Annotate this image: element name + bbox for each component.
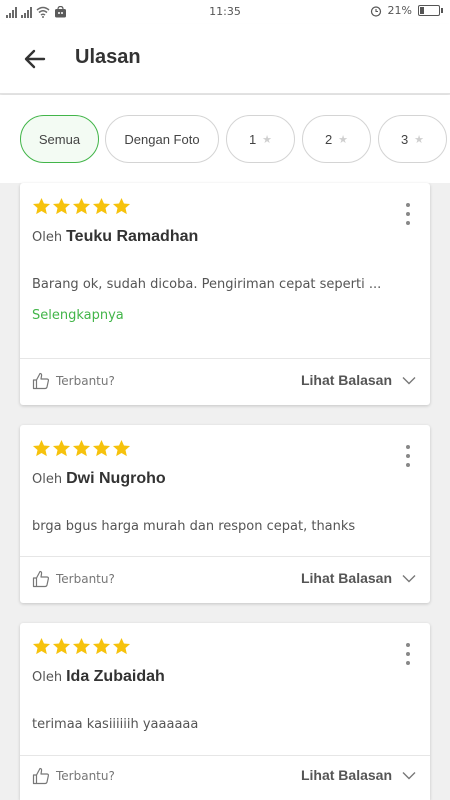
review-text: terimaa kasiiiiiih yaaaaaa bbox=[32, 717, 199, 732]
star-icon bbox=[32, 197, 51, 215]
by-prefix: Oleh bbox=[32, 230, 63, 245]
thumbs-up-icon bbox=[32, 570, 50, 588]
more-options-icon[interactable] bbox=[404, 643, 412, 665]
star-icon bbox=[32, 439, 51, 457]
battery-percent: 21% bbox=[387, 4, 412, 17]
chevron-down-icon bbox=[402, 376, 416, 384]
chevron-down-icon bbox=[402, 574, 416, 582]
helpful-button[interactable]: Terbantu? bbox=[32, 570, 115, 588]
helpful-label: Terbantu? bbox=[56, 374, 115, 388]
page-title: Ulasan bbox=[75, 46, 141, 68]
filter-chip-2-star[interactable]: 2 ★ bbox=[302, 115, 371, 163]
thumbs-up-icon bbox=[32, 372, 50, 390]
view-replies-label: Lihat Balasan bbox=[300, 372, 392, 388]
reviewer-name: Teuku Ramadhan bbox=[66, 228, 199, 245]
chevron-down-icon bbox=[402, 771, 416, 779]
review-text: Barang ok, sudah dicoba. Pengiriman cepa… bbox=[32, 277, 382, 292]
more-options-icon[interactable] bbox=[404, 445, 412, 467]
star-icon bbox=[112, 439, 131, 457]
by-prefix: Oleh bbox=[32, 670, 63, 685]
star-icon bbox=[52, 197, 71, 215]
filter-chip-label: Dengan Foto bbox=[124, 131, 200, 147]
review-byline: Oleh Ida Zubaidah bbox=[32, 668, 165, 686]
review-card: Oleh Dwi Nugroho brga bgus harga murah da… bbox=[20, 425, 430, 603]
app-bar: Ulasan bbox=[0, 24, 450, 94]
view-replies-label: Lihat Balasan bbox=[300, 570, 392, 586]
star-rating bbox=[32, 439, 131, 458]
star-icon bbox=[52, 637, 71, 655]
star-icon bbox=[92, 197, 111, 215]
alarm-icon bbox=[370, 5, 381, 17]
helpful-button[interactable]: Terbantu? bbox=[32, 767, 115, 785]
battery-icon bbox=[418, 5, 443, 16]
star-icon bbox=[92, 439, 111, 457]
review-byline: Oleh Dwi Nugroho bbox=[32, 470, 166, 488]
rating-filter-bar: Semua Dengan Foto 1 ★ 2 ★ 3 ★ bbox=[0, 95, 450, 183]
review-text: brga bgus harga murah dan respon cepat, … bbox=[32, 519, 356, 534]
divider bbox=[20, 358, 430, 359]
filter-chip-with-photo[interactable]: Dengan Foto bbox=[105, 115, 219, 163]
filter-chip-1-star[interactable]: 1 ★ bbox=[226, 115, 295, 163]
filter-chip-label: 2 bbox=[324, 131, 333, 147]
status-icons-right: 21% bbox=[370, 4, 443, 17]
filter-chip-label: 3 bbox=[400, 131, 409, 147]
filter-chip-3-star[interactable]: 3 ★ bbox=[378, 115, 447, 163]
status-bar: 11:35 21% bbox=[0, 0, 450, 24]
divider bbox=[20, 556, 430, 557]
filter-chip-all[interactable]: Semua bbox=[20, 115, 99, 163]
review-card: Oleh Ida Zubaidah terimaa kasiiiiiih yaaa… bbox=[20, 623, 430, 800]
star-icon bbox=[52, 439, 71, 457]
thumbs-up-icon bbox=[32, 767, 50, 785]
star-icon: ★ bbox=[414, 133, 425, 146]
view-replies-button[interactable]: Lihat Balasan bbox=[301, 372, 416, 388]
helpful-label: Terbantu? bbox=[56, 572, 115, 586]
by-prefix: Oleh bbox=[32, 472, 63, 487]
reviewer-name: Ida Zubaidah bbox=[66, 668, 165, 685]
filter-chip-label: 1 bbox=[248, 131, 257, 147]
star-icon bbox=[112, 637, 131, 655]
divider bbox=[20, 755, 430, 756]
filter-chip-label: Semua bbox=[38, 131, 81, 147]
view-replies-button[interactable]: Lihat Balasan bbox=[301, 570, 416, 586]
star-icon: ★ bbox=[338, 133, 349, 146]
star-rating bbox=[32, 197, 131, 216]
helpful-label: Terbantu? bbox=[56, 769, 115, 783]
star-icon bbox=[72, 439, 91, 457]
star-icon bbox=[72, 637, 91, 655]
more-options-icon[interactable] bbox=[404, 203, 412, 225]
view-replies-label: Lihat Balasan bbox=[300, 767, 392, 783]
view-replies-button[interactable]: Lihat Balasan bbox=[301, 767, 416, 783]
star-icon bbox=[72, 197, 91, 215]
reviewer-name: Dwi Nugroho bbox=[66, 470, 166, 487]
review-byline: Oleh Teuku Ramadhan bbox=[32, 228, 198, 246]
star-icon bbox=[112, 197, 131, 215]
arrow-left-icon[interactable] bbox=[22, 46, 48, 72]
review-card: Oleh Teuku Ramadhan Barang ok, sudah dico… bbox=[20, 183, 430, 405]
star-icon: ★ bbox=[262, 133, 273, 146]
helpful-button[interactable]: Terbantu? bbox=[32, 372, 115, 390]
star-icon bbox=[32, 637, 51, 655]
star-rating bbox=[32, 637, 131, 656]
read-more-link[interactable]: Selengkapnya bbox=[32, 308, 124, 323]
star-icon bbox=[92, 637, 111, 655]
